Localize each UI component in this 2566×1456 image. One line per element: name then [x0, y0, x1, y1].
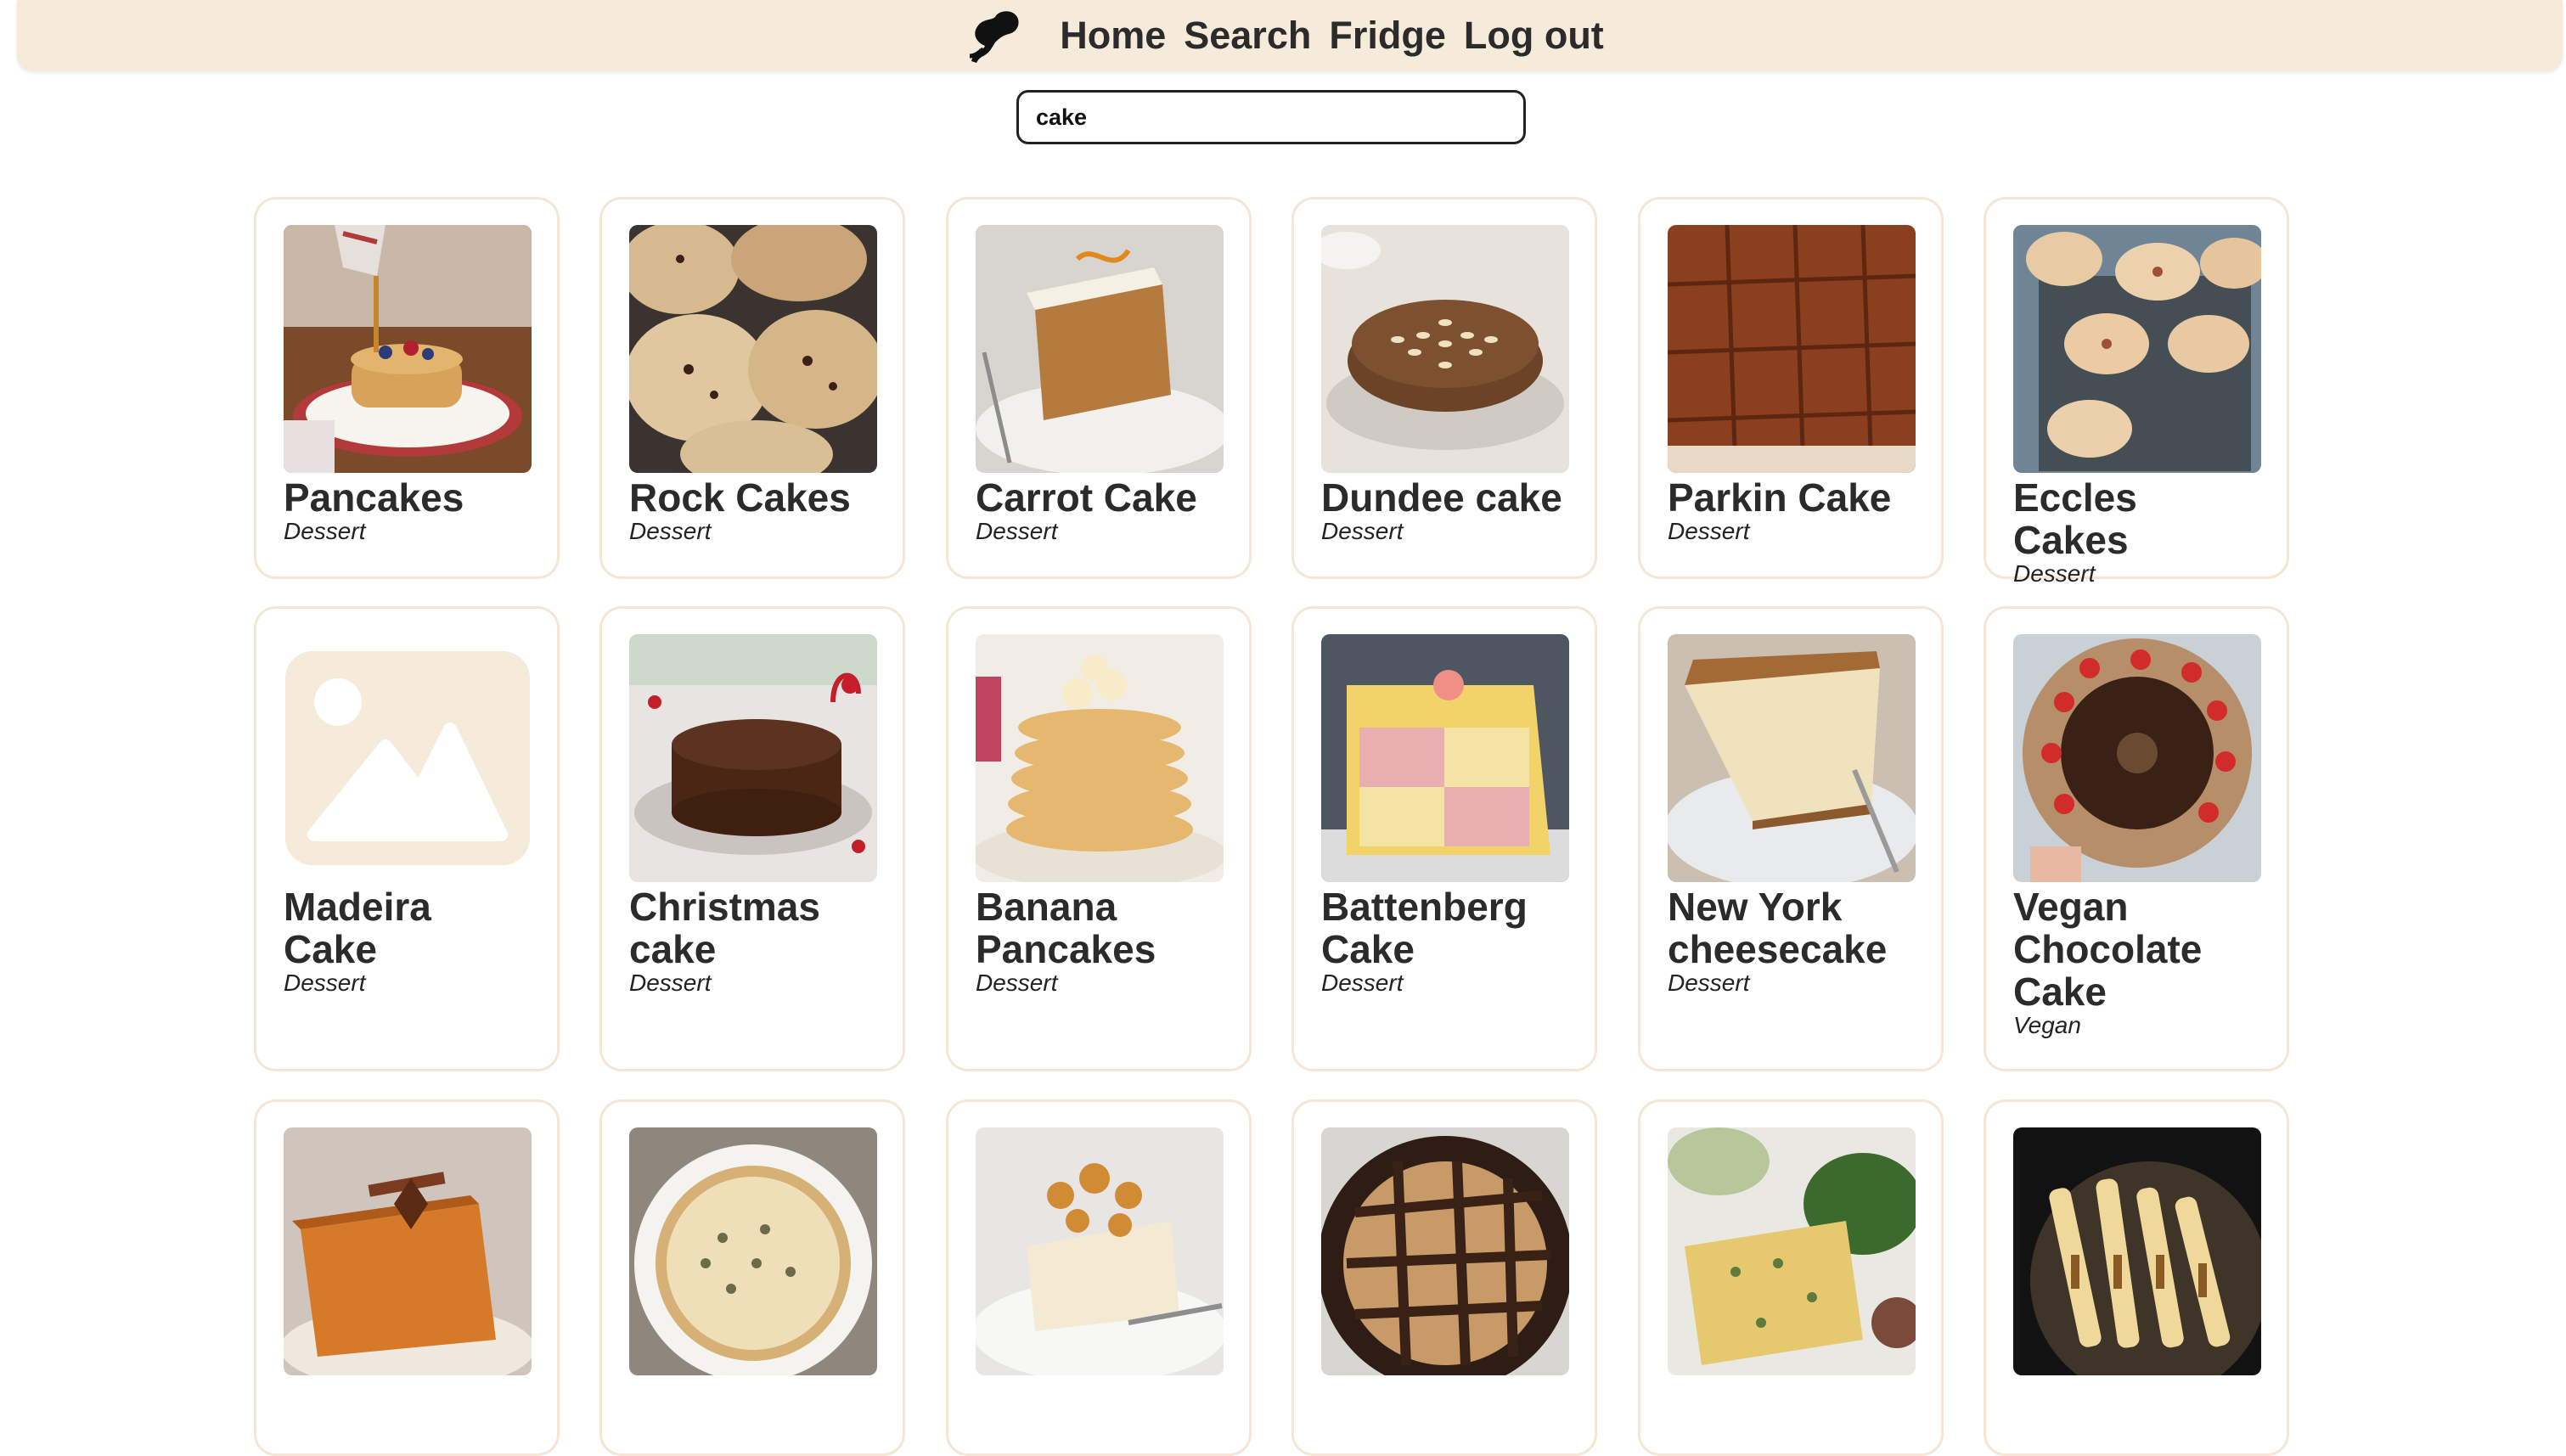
spiced-cake-photo: [284, 1127, 532, 1375]
recipe-card[interactable]: Madeira Cake Dessert: [254, 606, 560, 1071]
recipe-category: Vegan: [2013, 1012, 2081, 1038]
parkin-cake-photo: [1668, 225, 1916, 473]
chef-hat-logo-icon[interactable]: [965, 8, 1021, 63]
recipe-category: Dessert: [1321, 518, 1404, 544]
recipe-category: Dessert: [1321, 970, 1404, 996]
recipe-title: Eccles Cakes: [2013, 475, 2137, 562]
recipe-category: Dessert: [284, 518, 366, 544]
nav-link-logout[interactable]: Log out: [1464, 14, 1604, 58]
caramel-cheesecake-photo: [976, 1127, 1224, 1375]
recipe-card[interactable]: [1638, 1099, 1944, 1456]
vegan-chocolate-cake-photo: [2013, 634, 2261, 882]
recipe-title: Christmas cake: [629, 885, 820, 971]
recipe-category: Dessert: [1668, 518, 1750, 544]
recipe-title: Banana Pancakes: [976, 885, 1156, 971]
recipe-card[interactable]: [254, 1099, 560, 1456]
chocolate-tart-photo: [1321, 1127, 1569, 1375]
nav-link-fridge[interactable]: Fridge: [1329, 14, 1446, 58]
recipe-card[interactable]: Pancakes Dessert: [254, 197, 560, 579]
recipe-card[interactable]: Banana Pancakes Dessert: [946, 606, 1252, 1071]
recipe-card[interactable]: [1984, 1099, 2289, 1456]
quiche-photo: [629, 1127, 877, 1375]
top-navbar: Home Search Fridge Log out: [17, 0, 2563, 71]
nav-link-search[interactable]: Search: [1184, 14, 1311, 58]
recipe-card[interactable]: [946, 1099, 1252, 1456]
recipe-title: Vegan Chocolate Cake: [2013, 885, 2203, 1014]
recipe-title: Battenberg Cake: [1321, 885, 1528, 971]
recipe-card[interactable]: Christmas cake Dessert: [599, 606, 905, 1071]
recipe-card[interactable]: Dundee cake Dessert: [1291, 197, 1597, 579]
recipe-title: Dundee cake: [1321, 475, 1562, 520]
recipe-category: Dessert: [976, 518, 1058, 544]
recipe-card[interactable]: Carrot Cake Dessert: [946, 197, 1252, 579]
recipe-category: Dessert: [629, 970, 712, 996]
recipe-category: Dessert: [629, 518, 712, 544]
recipe-card[interactable]: Parkin Cake Dessert: [1638, 197, 1944, 579]
recipe-card[interactable]: Battenberg Cake Dessert: [1291, 606, 1597, 1071]
frittata-photo: [1668, 1127, 1916, 1375]
search-box: [1016, 90, 1526, 144]
cheesecake-photo: [1668, 634, 1916, 882]
eccles-cakes-photo: [2013, 225, 2261, 473]
recipe-title: Carrot Cake: [976, 475, 1197, 520]
recipe-title: New York cheesecake: [1668, 885, 1888, 971]
recipe-category: Dessert: [1668, 970, 1750, 996]
dundee-cake-photo: [1321, 225, 1569, 473]
pancakes-photo: [284, 225, 532, 473]
recipe-card[interactable]: [599, 1099, 905, 1456]
recipe-category: Dessert: [284, 970, 366, 996]
banana-pancakes-photo: [976, 634, 1224, 882]
carrot-cake-photo: [976, 225, 1224, 473]
recipe-category: Dessert: [976, 970, 1058, 996]
search-input[interactable]: [1036, 104, 1506, 131]
recipe-card[interactable]: Vegan Chocolate Cake Vegan: [1984, 606, 2289, 1071]
recipe-card[interactable]: Eccles Cakes Dessert: [1984, 197, 2289, 587]
recipe-title: Rock Cakes: [629, 475, 851, 520]
recipe-title: Pancakes: [284, 475, 464, 520]
recipe-title: Madeira Cake: [284, 885, 431, 971]
christmas-cake-photo: [629, 634, 877, 882]
image-placeholder-icon: [285, 651, 530, 865]
nav-link-home[interactable]: Home: [1060, 14, 1166, 58]
recipe-title: Parkin Cake: [1668, 475, 1892, 520]
fried-pastry-photo: [2013, 1127, 2261, 1375]
battenberg-cake-photo: [1321, 634, 1569, 882]
nav-inner: Home Search Fridge Log out: [965, 8, 1622, 63]
recipe-category: Dessert: [2013, 560, 2096, 587]
recipe-card[interactable]: New York cheesecake Dessert: [1638, 606, 1944, 1071]
recipe-card[interactable]: [1291, 1099, 1597, 1456]
recipe-card[interactable]: Rock Cakes Dessert: [599, 197, 905, 579]
rock-cakes-photo: [629, 225, 877, 473]
